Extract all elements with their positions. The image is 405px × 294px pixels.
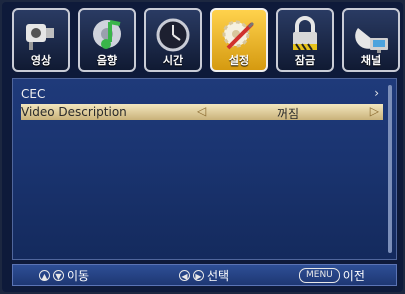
menu-button-icon: MENU [299,268,340,283]
tab-settings[interactable]: 설정 [210,8,268,72]
list-item-cec[interactable]: CEC › [21,86,383,102]
tv-screen: 영상 음향 시간 설정 잠금 채널 CEC › Video Descriptio… [0,0,405,294]
move-hint: ▲ ▼ 이동 [39,267,89,284]
clock-icon [156,18,190,52]
list-item-label: CEC [21,87,46,101]
tab-label: 잠금 [294,54,316,67]
osd-frame: 영상 음향 시간 설정 잠금 채널 CEC › Video Descriptio… [2,2,403,292]
tab-picture[interactable]: 영상 [12,8,70,72]
tab-label: 설정 [228,54,250,67]
satellite-dish-icon [355,28,388,53]
list-item-video-description[interactable]: Video Description ◁ 꺼짐 ▷ [21,104,383,121]
camera-icon [26,24,54,50]
move-label: 이동 [67,269,90,283]
tab-label: 채널 [360,54,382,67]
back-hint: MENU 이전 [299,267,365,284]
select-label: 선택 [207,269,230,283]
arrow-right-icon[interactable]: ▷ [370,104,379,118]
tab-label: 시간 [162,54,184,67]
arrow-left-icon[interactable]: ◁ [197,104,206,118]
tab-label: 영상 [30,54,52,67]
footer-hints: ▲ ▼ 이동 ◀ ▶ 선택 MENU 이전 [12,264,397,286]
tab-sound[interactable]: 음향 [78,8,136,72]
down-arrow-icon: ▼ [53,270,64,281]
tab-lock[interactable]: 잠금 [276,8,334,72]
scrollbar[interactable] [388,85,392,253]
right-arrow-icon: ▶ [193,270,204,281]
settings-list-panel: CEC › Video Description ◁ 꺼짐 ▷ [12,78,397,260]
tab-label: 음향 [96,54,118,67]
setting-value: 꺼짐 [277,107,300,121]
list-item-label: Video Description [21,105,127,119]
chevron-right-icon: › [374,86,379,100]
back-label: 이전 [342,269,365,283]
menu-tabs: 영상 음향 시간 설정 잠금 채널 [12,8,400,74]
padlock-icon [293,16,317,51]
music-note-icon [93,20,121,49]
left-arrow-icon: ◀ [179,270,190,281]
select-hint: ◀ ▶ 선택 [179,267,229,284]
tab-time[interactable]: 시간 [144,8,202,72]
up-arrow-icon: ▲ [39,270,50,281]
tab-channel[interactable]: 채널 [342,8,400,72]
gear-wrench-icon [222,20,254,50]
